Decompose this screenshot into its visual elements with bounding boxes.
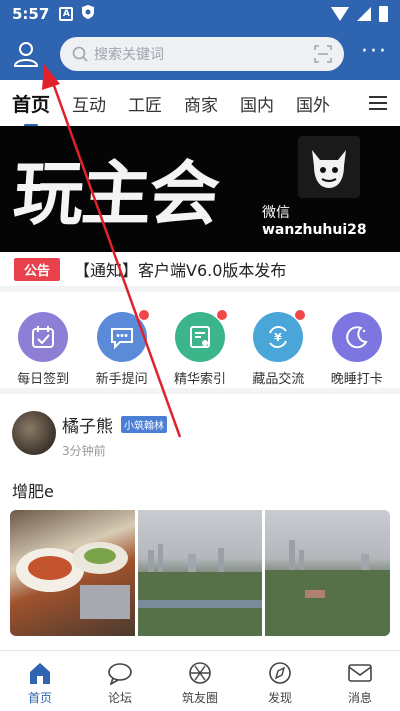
nav-circle[interactable]: 筑友圈 — [165, 651, 235, 711]
scan-icon[interactable] — [314, 45, 332, 63]
avatar[interactable] — [12, 411, 56, 455]
calendar-check-icon — [18, 312, 69, 362]
mail-icon — [348, 664, 372, 682]
post-photo-city-2[interactable] — [265, 510, 390, 636]
tab-craftsman[interactable]: 工匠 — [128, 91, 162, 116]
shortcut-row: 每日签到 新手提问 精华索引 ¥ 藏品交流 晚睡打卡 — [0, 298, 400, 394]
battery-icon — [379, 6, 388, 22]
announcement-bar[interactable]: 公告 【通知】客户端V6.0版本发布 — [0, 252, 400, 292]
status-time: 5:57 — [12, 5, 50, 23]
shortcut-label: 精华索引 — [173, 372, 226, 387]
tab-merchants[interactable]: 商家 — [184, 91, 218, 116]
certificate-icon — [174, 310, 227, 362]
shortcut-label: 晚睡打卡 — [330, 372, 383, 387]
post-time: 3分钟前 — [62, 444, 106, 458]
announcement-text[interactable]: 【通知】客户端V6.0版本发布 — [74, 257, 286, 281]
nav-label: 发现 — [267, 691, 292, 705]
post-author[interactable]: 橘子熊 — [62, 412, 113, 437]
more-menu-button[interactable]: ··· — [361, 41, 388, 63]
promo-banner[interactable]: 玩主会 微信 wanzhuhui28 — [0, 126, 400, 252]
top-bar: 搜索关键词 ··· — [0, 28, 400, 80]
post-photo-grid — [10, 510, 390, 636]
chat-icon — [108, 663, 132, 685]
post-card[interactable]: 橘子熊 小筑翰林 3分钟前 增肥e — [0, 400, 400, 646]
search-input[interactable]: 搜索关键词 — [94, 44, 314, 64]
chat-bubble-icon — [96, 310, 149, 362]
post-photo-food[interactable] — [10, 510, 135, 636]
announcement-badge: 公告 — [14, 257, 61, 281]
shortcut-label: 每日签到 — [17, 372, 70, 387]
notification-dot — [295, 310, 306, 320]
shortcut-late-night-checkin[interactable]: 晚睡打卡 — [319, 298, 395, 388]
aperture-icon — [189, 662, 211, 684]
nav-label: 论坛 — [107, 691, 132, 705]
tab-domestic[interactable]: 国内 — [240, 91, 274, 116]
devil-mascot-icon — [298, 136, 360, 198]
shortcut-daily-checkin[interactable]: 每日签到 — [5, 298, 81, 388]
search-icon — [72, 46, 88, 62]
shortcut-label: 藏品交流 — [252, 372, 305, 387]
shortcut-newbie-question[interactable]: 新手提问 — [84, 298, 160, 388]
nav-forum[interactable]: 论坛 — [85, 651, 155, 711]
shortcut-label: 新手提问 — [95, 372, 148, 387]
tab-interaction[interactable]: 互动 — [72, 91, 106, 116]
post-photo-city-1[interactable] — [137, 510, 263, 636]
home-icon — [30, 663, 50, 684]
banner-wechat-id: wanzhuhui28 — [262, 222, 367, 238]
notification-dot — [138, 310, 149, 320]
nav-discover[interactable]: 发现 — [245, 651, 315, 711]
shortcut-collection-exchange[interactable]: ¥ 藏品交流 — [240, 298, 316, 388]
compass-icon — [269, 662, 291, 684]
nav-label: 消息 — [347, 691, 372, 705]
tab-home[interactable]: 首页 — [12, 90, 50, 126]
status-bar: 5:57 A — [0, 0, 400, 28]
banner-title: 玩主会 — [10, 152, 221, 235]
notification-a-icon: A — [59, 7, 74, 21]
signal-icon — [357, 7, 371, 21]
tab-foreign[interactable]: 国外 — [296, 91, 330, 116]
author-rank-badge: 小筑翰林 — [121, 416, 167, 433]
moon-icon — [331, 312, 382, 362]
yuan-exchange-icon: ¥ — [253, 310, 306, 362]
svg-text:¥: ¥ — [275, 331, 283, 344]
tabs-menu-icon[interactable] — [356, 80, 400, 126]
shortcut-essence-index[interactable]: 精华索引 — [162, 298, 238, 388]
notification-dot — [216, 310, 227, 320]
category-tabs: 首页 互动 工匠 商家 国内 国外 — [0, 80, 400, 126]
shield-icon — [81, 4, 95, 24]
wifi-icon — [331, 7, 349, 21]
user-icon — [13, 42, 39, 67]
bottom-navigation: 首页 论坛 筑友圈 发现 消息 — [0, 650, 400, 711]
banner-wechat-label: 微信 — [262, 205, 290, 221]
nav-label: 筑友圈 — [181, 691, 218, 705]
nav-messages[interactable]: 消息 — [325, 651, 395, 711]
nav-label: 首页 — [27, 691, 52, 705]
user-profile-button[interactable] — [0, 28, 52, 80]
nav-home[interactable]: 首页 — [5, 651, 75, 711]
post-text: 增肥e — [12, 482, 54, 501]
search-bar[interactable]: 搜索关键词 — [60, 37, 344, 71]
